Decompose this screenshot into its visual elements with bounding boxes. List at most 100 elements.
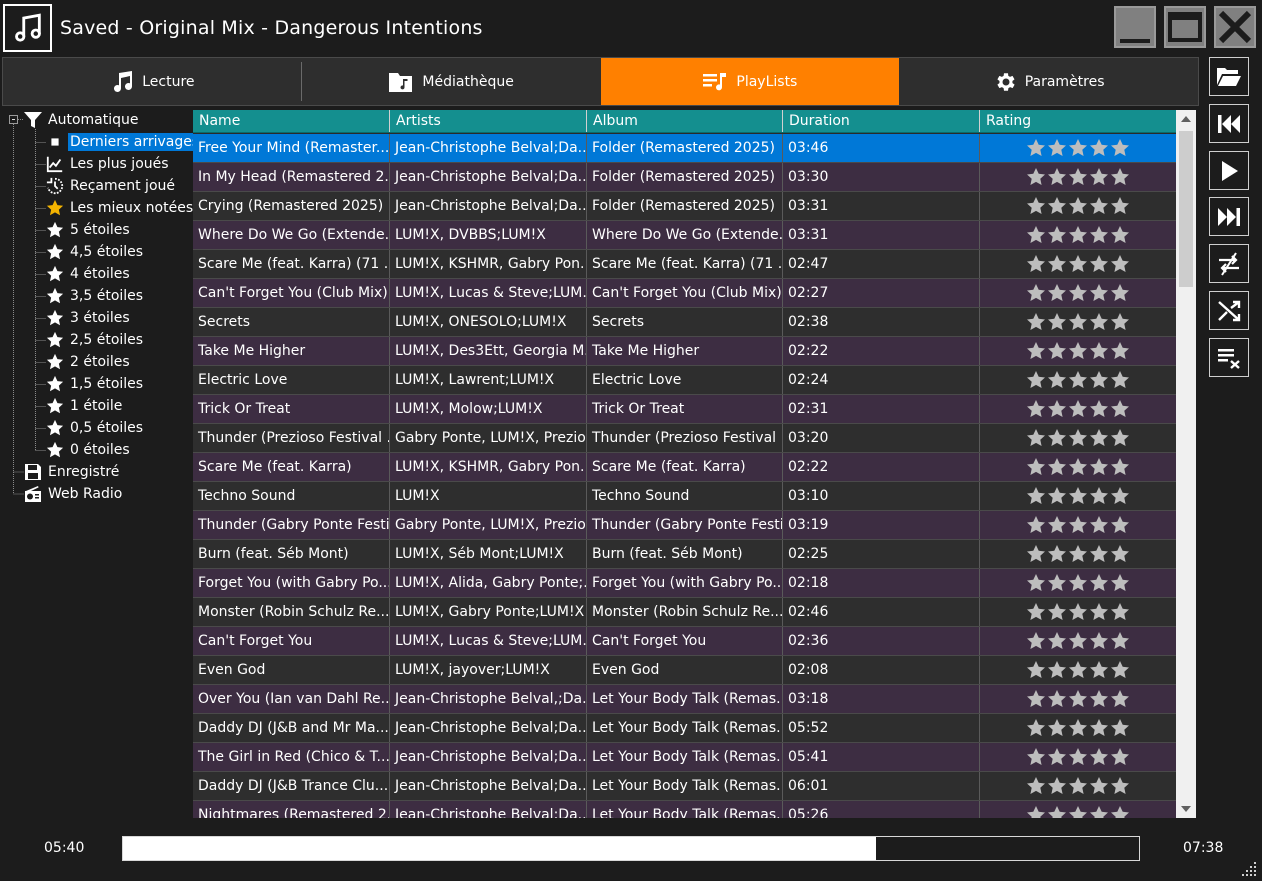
column-header-artists[interactable]: Artists: [390, 110, 587, 132]
progress-bar[interactable]: [122, 836, 1140, 861]
table-row[interactable]: Secrets LUM!X, ONESOLO;LUM!X Secrets 02:38: [193, 308, 1176, 337]
table-row[interactable]: Can't Forget You LUM!X, Lucas & Steve;LUM…: [193, 627, 1176, 656]
rating-stars[interactable]: [1026, 138, 1130, 158]
rating-stars[interactable]: [1026, 312, 1130, 332]
cell-rating[interactable]: [980, 598, 1176, 626]
cell-rating[interactable]: [980, 714, 1176, 742]
rating-stars[interactable]: [1026, 747, 1130, 767]
tree-item-child[interactable]: 1 étoile: [46, 395, 124, 417]
tree-item-child[interactable]: 2 étoiles: [46, 351, 132, 373]
scroll-down-button[interactable]: [1176, 800, 1196, 818]
table-row[interactable]: Daddy DJ (J&B and Mr Ma... Jean-Christoph…: [193, 714, 1176, 743]
cell-rating[interactable]: [980, 279, 1176, 307]
table-row[interactable]: Where Do We Go (Extende... LUM!X, DVBBS;L…: [193, 221, 1176, 250]
table-row[interactable]: Take Me Higher LUM!X, Des3Ett, Georgia M.…: [193, 337, 1176, 366]
tree-item-child[interactable]: Derniers arrivages: [46, 131, 202, 153]
table-row[interactable]: Thunder (Prezioso Festival ... Gabry Pont…: [193, 424, 1176, 453]
next-button[interactable]: [1209, 197, 1249, 236]
table-row[interactable]: Free Your Mind (Remaster... Jean-Christop…: [193, 134, 1176, 163]
rating-stars[interactable]: [1026, 486, 1130, 506]
cell-rating[interactable]: [980, 366, 1176, 394]
rating-stars[interactable]: [1026, 399, 1130, 419]
table-row[interactable]: Can't Forget You (Club Mix) LUM!X, Lucas …: [193, 279, 1176, 308]
rating-stars[interactable]: [1026, 573, 1130, 593]
tree-item-child[interactable]: 0 étoiles: [46, 439, 132, 461]
cell-rating[interactable]: [980, 134, 1176, 162]
table-row[interactable]: Techno Sound LUM!X Techno Sound 03:10: [193, 482, 1176, 511]
table-row[interactable]: Crying (Remastered 2025) Jean-Christophe …: [193, 192, 1176, 221]
cell-rating[interactable]: [980, 221, 1176, 249]
resize-grip-icon[interactable]: [1242, 860, 1258, 876]
tree-item-child[interactable]: 3 étoiles: [46, 307, 132, 329]
open-folder-button[interactable]: [1209, 57, 1249, 96]
tree-item-web-radio[interactable]: Web Radio: [24, 483, 124, 505]
tab-lecture[interactable]: Lecture: [3, 58, 302, 105]
table-row[interactable]: Over You (Ian van Dahl Re... Jean-Christo…: [193, 685, 1176, 714]
tree-item-child[interactable]: 5 étoiles: [46, 219, 132, 241]
rating-stars[interactable]: [1026, 196, 1130, 216]
cell-rating[interactable]: [980, 685, 1176, 713]
rating-stars[interactable]: [1026, 428, 1130, 448]
tree-item-child[interactable]: Les plus joués: [46, 153, 171, 175]
tree-item-child[interactable]: 4,5 étoiles: [46, 241, 145, 263]
cell-rating[interactable]: [980, 482, 1176, 510]
cell-rating[interactable]: [980, 308, 1176, 336]
cell-rating[interactable]: [980, 163, 1176, 191]
rating-stars[interactable]: [1026, 457, 1130, 477]
tree-item-child[interactable]: 1,5 étoiles: [46, 373, 145, 395]
rating-stars[interactable]: [1026, 225, 1130, 245]
column-header-rating[interactable]: Rating: [980, 110, 1176, 132]
cell-rating[interactable]: [980, 192, 1176, 220]
rating-stars[interactable]: [1026, 167, 1130, 187]
table-row[interactable]: Thunder (Gabry Ponte Festi... Gabry Ponte…: [193, 511, 1176, 540]
rating-stars[interactable]: [1026, 631, 1130, 651]
tree-item-child[interactable]: Les mieux notées: [46, 197, 195, 219]
table-row[interactable]: Even God LUM!X, jayover;LUM!X Even God 02:0…: [193, 656, 1176, 685]
tree-item-child[interactable]: 2,5 étoiles: [46, 329, 145, 351]
table-row[interactable]: Forget You (with Gabry Po... LUM!X, Alida…: [193, 569, 1176, 598]
table-row[interactable]: Trick Or Treat LUM!X, Molow;LUM!X Trick Or…: [193, 395, 1176, 424]
rating-stars[interactable]: [1026, 776, 1130, 796]
rating-stars[interactable]: [1026, 660, 1130, 680]
table-row[interactable]: In My Head (Remastered 2... Jean-Christop…: [193, 163, 1176, 192]
tree-item-child[interactable]: Reçament joué: [46, 175, 177, 197]
cell-rating[interactable]: [980, 453, 1176, 481]
rating-stars[interactable]: [1026, 689, 1130, 709]
cell-rating[interactable]: [980, 801, 1176, 818]
scroll-thumb[interactable]: [1179, 131, 1193, 287]
table-row[interactable]: Monster (Robin Schulz Re... LUM!X, Gabry …: [193, 598, 1176, 627]
table-row[interactable]: The Girl in Red (Chico & T... Jean-Christ…: [193, 743, 1176, 772]
cell-rating[interactable]: [980, 511, 1176, 539]
table-row[interactable]: Daddy DJ (J&B Trance Clu... Jean-Christop…: [193, 772, 1176, 801]
cell-rating[interactable]: [980, 772, 1176, 800]
repeat-button[interactable]: [1209, 244, 1249, 283]
table-row[interactable]: Electric Love LUM!X, Lawrent;LUM!X Electri…: [193, 366, 1176, 395]
cell-rating[interactable]: [980, 627, 1176, 655]
maximize-button[interactable]: [1164, 6, 1206, 48]
cell-rating[interactable]: [980, 540, 1176, 568]
tree-item-enregistre[interactable]: Enregistré: [24, 461, 121, 483]
previous-button[interactable]: [1209, 104, 1249, 143]
cell-rating[interactable]: [980, 395, 1176, 423]
table-row[interactable]: Scare Me (feat. Karra) LUM!X, KSHMR, Gabr…: [193, 453, 1176, 482]
tab-parametres[interactable]: Paramètres: [899, 58, 1198, 105]
cell-rating[interactable]: [980, 250, 1176, 278]
close-button[interactable]: [1214, 6, 1256, 48]
cell-rating[interactable]: [980, 337, 1176, 365]
table-row[interactable]: Scare Me (feat. Karra) (71 ... LUM!X, KSH…: [193, 250, 1176, 279]
tree-item-automatique[interactable]: Automatique: [24, 109, 140, 131]
rating-stars[interactable]: [1026, 370, 1130, 390]
column-header-name[interactable]: Name: [193, 110, 390, 132]
rating-stars[interactable]: [1026, 254, 1130, 274]
cell-rating[interactable]: [980, 743, 1176, 771]
rating-stars[interactable]: [1026, 341, 1130, 361]
rating-stars[interactable]: [1026, 718, 1130, 738]
shuffle-button[interactable]: [1209, 291, 1249, 330]
tree-item-child[interactable]: 3,5 étoiles: [46, 285, 145, 307]
table-vertical-scrollbar[interactable]: [1176, 110, 1196, 818]
tree-item-child[interactable]: 0,5 étoiles: [46, 417, 145, 439]
cell-rating[interactable]: [980, 656, 1176, 684]
table-row[interactable]: Burn (feat. Séb Mont) LUM!X, Séb Mont;LUM…: [193, 540, 1176, 569]
rating-stars[interactable]: [1026, 544, 1130, 564]
play-button[interactable]: [1209, 151, 1249, 190]
